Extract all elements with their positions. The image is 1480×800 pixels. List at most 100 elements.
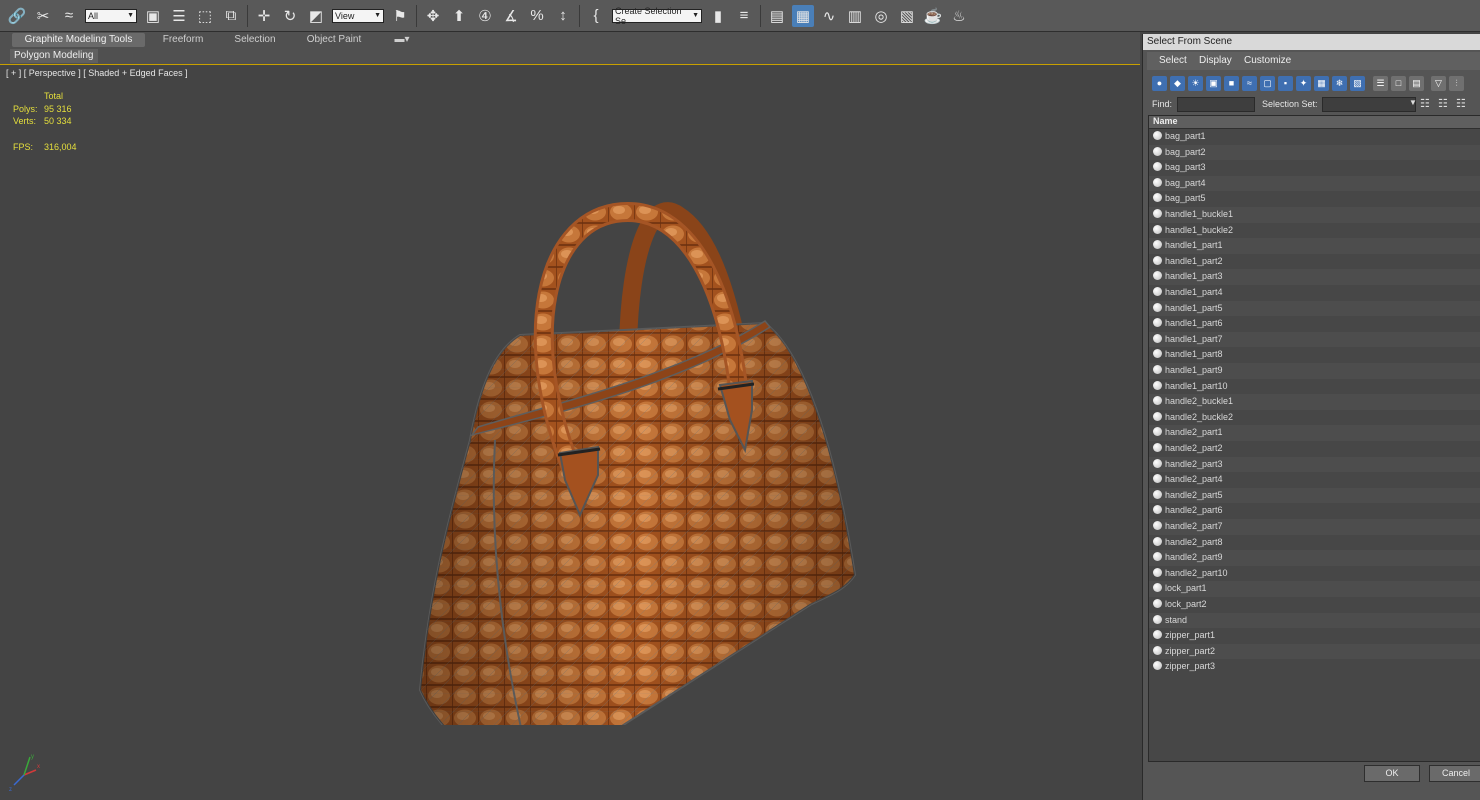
move-icon[interactable]: ✛ — [253, 5, 275, 27]
list-item[interactable]: handle1_part9 — [1149, 363, 1480, 379]
list-item[interactable]: handle2_part8 — [1149, 535, 1480, 551]
ok-button[interactable]: OK — [1364, 765, 1420, 782]
list-item[interactable]: handle2_part3 — [1149, 456, 1480, 473]
list-item[interactable]: handle2_part4 — [1149, 472, 1480, 488]
menu-customize[interactable]: Customize — [1244, 55, 1291, 66]
rect-region-icon[interactable]: ⬚ — [194, 5, 216, 27]
list-item[interactable]: handle1_part10 — [1149, 379, 1480, 395]
render-setup-icon[interactable]: ▧ — [896, 5, 918, 27]
tab-selection[interactable]: Selection — [222, 33, 288, 47]
list-item[interactable]: handle2_part10 — [1149, 566, 1480, 582]
mirror-icon[interactable]: ▮ — [707, 5, 729, 27]
selection-set-dropdown[interactable] — [1322, 97, 1416, 112]
tab-object-paint[interactable]: Object Paint — [296, 33, 372, 47]
display-spacewarps-icon[interactable]: ≈ — [1242, 76, 1257, 91]
display-helpers-icon[interactable]: ■ — [1224, 76, 1239, 91]
list-item[interactable]: bag_part2 — [1149, 144, 1480, 161]
list-item[interactable]: handle1_part7 — [1149, 331, 1480, 348]
list-item[interactable]: handle2_buckle2 — [1149, 410, 1480, 426]
display-frozen-icon[interactable]: ❄ — [1332, 76, 1347, 91]
list-item[interactable]: zipper_part1 — [1149, 628, 1480, 644]
keyboard-shortcut-icon[interactable]: ⬆ — [448, 5, 470, 27]
select-all-icon[interactable]: ☰ — [1373, 76, 1388, 91]
tab-graphite-modeling-tools[interactable]: Graphite Modeling Tools — [12, 33, 145, 47]
perspective-viewport[interactable]: [ + ] [ Perspective ] [ Shaded + Edged F… — [0, 65, 1141, 800]
select-none-icon[interactable]: □ — [1391, 76, 1406, 91]
display-shapes-icon[interactable]: ◆ — [1170, 76, 1185, 91]
display-containers-icon[interactable]: ▦ — [1314, 76, 1329, 91]
find-input[interactable] — [1177, 97, 1255, 112]
display-bones-icon[interactable]: ✦ — [1296, 76, 1311, 91]
display-groups-icon[interactable]: ▢ — [1260, 76, 1275, 91]
filter-options-icon[interactable]: ⫶ — [1449, 76, 1464, 91]
link-icon[interactable]: 🔗 — [6, 5, 28, 27]
spinner-snap-icon[interactable]: ↕ — [552, 5, 574, 27]
select-manipulate-icon[interactable]: ⚑ — [389, 5, 411, 27]
ribbon-options-icon[interactable]: ▬▾ — [392, 33, 412, 47]
list-item[interactable]: bag_part3 — [1149, 160, 1480, 176]
list-item[interactable]: handle2_buckle1 — [1149, 394, 1480, 410]
select-invert-icon[interactable]: ▤ — [1409, 76, 1424, 91]
create-set-icon[interactable]: ☷ — [1420, 97, 1430, 110]
layer-manager-icon[interactable]: ▤ — [766, 5, 788, 27]
tab-freeform[interactable]: Freeform — [150, 33, 216, 47]
select-by-name-icon[interactable]: ☰ — [168, 5, 190, 27]
rendered-frame-icon[interactable]: ☕ — [922, 5, 944, 27]
list-item[interactable]: zipper_part3 — [1149, 659, 1480, 675]
list-item[interactable]: bag_part5 — [1149, 191, 1480, 207]
dialog-title[interactable]: Select From Scene — [1143, 34, 1480, 50]
scale-icon[interactable]: ◩ — [305, 5, 327, 27]
list-item[interactable]: stand — [1149, 612, 1480, 629]
angle-snap-icon[interactable]: ∡ — [500, 5, 522, 27]
scene-object-list[interactable]: Name bag_part1 bag_part2 bag_part3 bag_part… — [1148, 115, 1480, 762]
reference-coord-dropdown[interactable]: View ▼ — [332, 8, 384, 23]
rotate-icon[interactable]: ↻ — [279, 5, 301, 27]
display-hidden-icon[interactable]: ▧ — [1350, 76, 1365, 91]
render-icon[interactable]: ♨ — [948, 5, 970, 27]
filter-icon[interactable]: ▽ — [1431, 76, 1446, 91]
snap-3d-icon[interactable]: ④ — [474, 5, 496, 27]
cancel-button[interactable]: Cancel — [1429, 765, 1480, 782]
align-icon[interactable]: ≡ — [733, 5, 755, 27]
list-item[interactable]: handle1_buckle1 — [1149, 207, 1480, 223]
list-item[interactable]: lock_part2 — [1149, 597, 1480, 613]
list-item[interactable]: handle1_buckle2 — [1149, 223, 1480, 239]
unlink-icon[interactable]: ✂ — [32, 5, 54, 27]
list-item[interactable]: handle1_part6 — [1149, 316, 1480, 332]
polygon-modeling-panel[interactable]: Polygon Modeling — [10, 49, 98, 63]
list-item[interactable]: handle2_part1 — [1149, 425, 1480, 441]
handbag-model[interactable] — [400, 135, 870, 725]
column-name-header[interactable]: Name — [1153, 116, 1178, 126]
select-object-icon[interactable]: ▣ — [142, 5, 164, 27]
named-selection-sets-dropdown[interactable]: Create Selection Se ▼ — [612, 6, 702, 26]
display-cameras-icon[interactable]: ▣ — [1206, 76, 1221, 91]
display-geometry-icon[interactable]: ● — [1152, 76, 1167, 91]
list-item[interactable]: handle1_part1 — [1149, 238, 1480, 254]
list-item[interactable]: handle1_part3 — [1149, 269, 1480, 285]
list-item[interactable]: bag_part1 — [1149, 129, 1480, 145]
selection-filter-dropdown[interactable]: All ▼ — [85, 8, 137, 23]
material-editor-icon[interactable]: ◎ — [870, 5, 892, 27]
list-item[interactable]: zipper_part2 — [1149, 643, 1480, 660]
list-item[interactable]: handle2_part2 — [1149, 441, 1480, 457]
remove-from-set-icon[interactable]: ☷ — [1456, 97, 1466, 110]
list-item[interactable]: bag_part4 — [1149, 175, 1480, 192]
list-item[interactable]: handle2_part5 — [1149, 487, 1480, 504]
menu-select[interactable]: Select — [1159, 55, 1187, 66]
list-item[interactable]: handle2_part7 — [1149, 519, 1480, 535]
pivot-icon[interactable]: ✥ — [422, 5, 444, 27]
schematic-view-icon[interactable]: ▥ — [844, 5, 866, 27]
window-crossing-icon[interactable]: ⧉ — [220, 5, 242, 27]
list-item[interactable]: handle1_part4 — [1149, 285, 1480, 301]
menu-display[interactable]: Display — [1199, 55, 1232, 66]
display-lights-icon[interactable]: ☀ — [1188, 76, 1203, 91]
curve-editor-icon[interactable]: ∿ — [818, 5, 840, 27]
bind-spacewarp-icon[interactable]: ≈ — [58, 5, 80, 27]
percent-snap-icon[interactable]: % — [526, 5, 548, 27]
list-item[interactable]: handle1_part2 — [1149, 254, 1480, 270]
list-item[interactable]: handle1_part5 — [1149, 300, 1480, 317]
list-item[interactable]: handle1_part8 — [1149, 347, 1480, 363]
graphite-icon[interactable]: ▦ — [792, 4, 814, 27]
add-to-set-icon[interactable]: ☷ — [1438, 97, 1448, 110]
list-item[interactable]: handle2_part6 — [1149, 503, 1480, 519]
